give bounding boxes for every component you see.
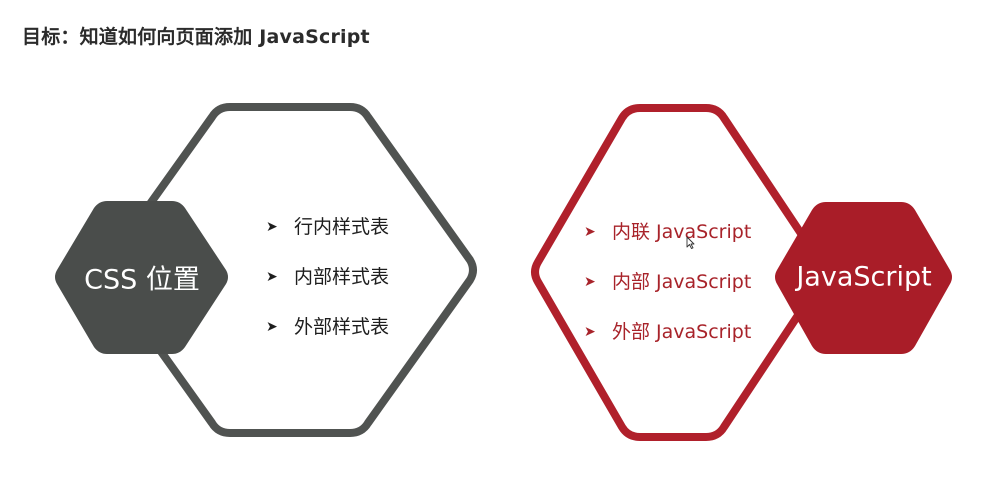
arrow-bullet-icon: ➤	[266, 269, 278, 285]
page-title: 目标：知道如何向页面添加 JavaScript	[22, 26, 370, 48]
js-methods-list: ➤ 内联 JavaScript ➤ 内部 JavaScript ➤ 外部 JavaSc…	[584, 220, 751, 370]
mouse-cursor-icon	[686, 236, 695, 249]
arrow-bullet-icon: ➤	[584, 324, 596, 340]
javascript-label: JavaScript	[796, 261, 932, 293]
list-item: ➤ 行内样式表	[266, 215, 389, 265]
js-item-label: 外部 JavaScript	[612, 321, 752, 343]
css-position-label: CSS 位置	[84, 264, 200, 296]
js-item-label: 内部 JavaScript	[612, 271, 752, 293]
css-item-label: 外部样式表	[294, 316, 390, 338]
css-methods-list: ➤ 行内样式表 ➤ 内部样式表 ➤ 外部样式表	[266, 215, 389, 365]
arrow-bullet-icon: ➤	[584, 224, 596, 240]
js-item-label: 内联 JavaScript	[612, 221, 752, 243]
list-item: ➤ 外部样式表	[266, 315, 389, 365]
css-item-label: 内部样式表	[294, 266, 390, 288]
list-item: ➤ 内部 JavaScript	[584, 270, 751, 320]
arrow-bullet-icon: ➤	[266, 319, 278, 335]
css-item-label: 行内样式表	[294, 216, 390, 238]
slide-canvas: 目标：知道如何向页面添加 JavaScript CSS 位置 JavaScrip…	[0, 0, 1008, 486]
arrow-bullet-icon: ➤	[584, 274, 596, 290]
list-item: ➤ 内部样式表	[266, 265, 389, 315]
hexagon-diagram	[55, 103, 952, 441]
list-item: ➤ 外部 JavaScript	[584, 320, 751, 370]
list-item: ➤ 内联 JavaScript	[584, 220, 751, 270]
arrow-bullet-icon: ➤	[266, 219, 278, 235]
